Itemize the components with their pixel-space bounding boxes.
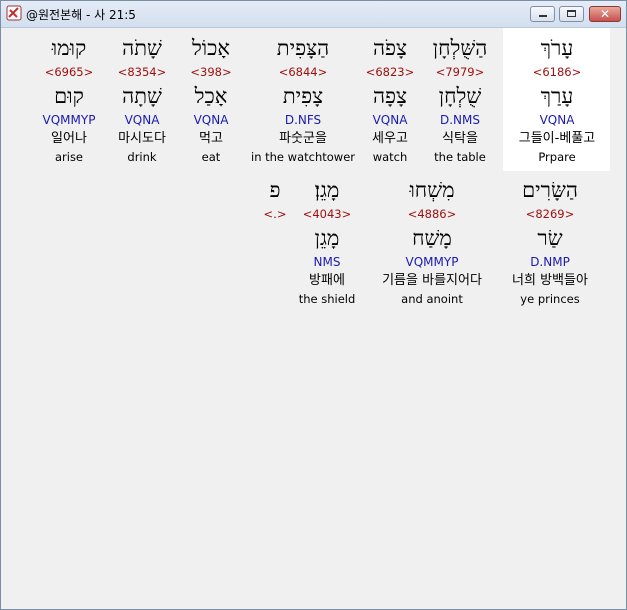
maximize-icon bbox=[567, 10, 576, 17]
maximize-button[interactable] bbox=[559, 6, 584, 22]
title-bar[interactable]: @원전본해 - 사 21:5 ✕ bbox=[1, 1, 626, 28]
app-window: @원전본해 - 사 21:5 ✕ עָרֹךְ <6186> עָרַךְ VQ… bbox=[0, 0, 627, 610]
interlinear-panel: עָרֹךְ <6186> עָרַךְ VQNA 그들이-베풀고 Prpare… bbox=[1, 28, 626, 609]
minimize-icon bbox=[539, 15, 547, 17]
hebrew-word: מִשְׁחוּ bbox=[409, 178, 455, 202]
morph-code: D.NMP bbox=[530, 255, 570, 269]
english-gloss: the shield bbox=[298, 292, 356, 306]
strong-number[interactable]: <4886> bbox=[357, 207, 507, 221]
strong-number[interactable]: <6965> bbox=[9, 65, 129, 79]
korean-gloss: 기름을 바를지어다 bbox=[382, 273, 482, 288]
morph-code: VQMMYP bbox=[42, 113, 96, 127]
korean-gloss: 일어나 bbox=[51, 131, 87, 146]
strong-number[interactable]: <.> bbox=[255, 207, 295, 221]
window-title: @원전본해 - 사 21:5 bbox=[26, 8, 136, 22]
lemma-word: שַׂר bbox=[537, 226, 563, 250]
lemma-word: מָשַׁח bbox=[412, 226, 452, 250]
english-gloss: and anoint bbox=[401, 292, 463, 306]
hebrew-word: הַשָּׂרִים bbox=[522, 178, 578, 202]
korean-gloss: 방패에 bbox=[309, 273, 345, 288]
close-button[interactable]: ✕ bbox=[589, 6, 621, 22]
hebrew-word: מָגֵן׃ bbox=[314, 178, 340, 202]
app-logo-icon bbox=[6, 5, 22, 21]
lemma-word: קוּם bbox=[54, 84, 84, 108]
english-gloss: arise bbox=[54, 150, 84, 164]
english-gloss: ye princes bbox=[520, 292, 580, 306]
korean-gloss: 너희 방백들아 bbox=[512, 273, 588, 288]
lemma-word: מָגֵן bbox=[314, 226, 340, 250]
strong-number[interactable]: <4043> bbox=[287, 207, 367, 221]
close-icon: ✕ bbox=[599, 7, 611, 21]
morph-code: NMS bbox=[313, 255, 341, 269]
minimize-button[interactable] bbox=[530, 6, 555, 22]
strong-number[interactable]: <8269> bbox=[490, 207, 610, 221]
hebrew-word: קוּמוּ bbox=[51, 36, 87, 60]
morph-code: VQMMYP bbox=[405, 255, 459, 269]
hebrew-word: פ bbox=[269, 178, 281, 202]
